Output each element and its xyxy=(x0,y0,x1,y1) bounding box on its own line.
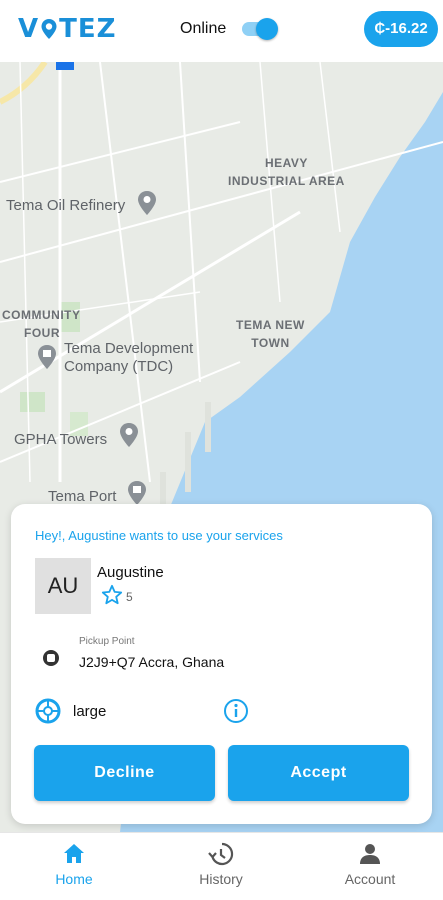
logo-text-tez: TEZ xyxy=(59,14,117,44)
online-toggle[interactable] xyxy=(240,18,278,40)
pickup-point-icon xyxy=(43,650,59,666)
app-logo: V TEZ xyxy=(18,14,116,44)
map-label-tema-new-town: TEMA NEW TOWN xyxy=(236,318,305,350)
nav-history-label: History xyxy=(199,871,243,887)
map-label-tema-development: Tema Development Company (TDC) xyxy=(64,340,194,375)
info-icon[interactable] xyxy=(223,698,249,724)
logo-text-v: V xyxy=(18,14,40,44)
logo-pin-icon xyxy=(41,19,57,39)
map-label-gpha-towers: GPHA Towers xyxy=(14,431,108,448)
package-size: large xyxy=(73,703,107,720)
pickup-value: J2J9+Q7 Accra, Ghana xyxy=(79,654,225,670)
app-header: V TEZ Online ₵-16.22 xyxy=(0,0,443,62)
rating-value: 5 xyxy=(126,590,133,604)
decline-button[interactable]: Decline xyxy=(34,745,215,801)
history-icon xyxy=(208,842,234,866)
account-icon xyxy=(360,844,380,864)
map-label-community-four: COMMUNITY FOUR xyxy=(2,308,81,340)
home-icon xyxy=(64,844,84,863)
bottom-navigation: Home History Account xyxy=(0,832,443,900)
service-request-card: Hey!, Augustine wants to use your servic… xyxy=(11,504,432,824)
map-label-tema-oil-refinery: Tema Oil Refinery xyxy=(6,197,126,214)
nav-history[interactable]: History xyxy=(171,833,271,900)
customer-name: Augustine xyxy=(97,564,164,581)
port-pin-icon[interactable] xyxy=(126,480,148,506)
tdc-pin-icon[interactable] xyxy=(36,344,58,370)
balance-badge[interactable]: ₵-16.22 xyxy=(364,11,438,47)
star-icon xyxy=(101,584,123,605)
refinery-pin-icon[interactable] xyxy=(136,190,158,216)
pickup-label: Pickup Point xyxy=(79,636,135,647)
package-size-icon xyxy=(35,698,61,724)
nav-account-label: Account xyxy=(344,871,396,887)
nav-home[interactable]: Home xyxy=(24,833,124,900)
nav-home-label: Home xyxy=(55,871,93,887)
accept-button[interactable]: Accept xyxy=(228,745,409,801)
request-title: Hey!, Augustine wants to use your servic… xyxy=(35,528,283,543)
online-label: Online xyxy=(180,20,227,37)
map-label-heavy-industrial: HEAVY INDUSTRIAL AREA xyxy=(228,156,345,188)
avatar: AU xyxy=(35,558,91,614)
gpha-pin-icon[interactable] xyxy=(118,422,140,448)
toggle-knob xyxy=(256,18,278,40)
nav-account[interactable]: Account xyxy=(320,833,420,900)
